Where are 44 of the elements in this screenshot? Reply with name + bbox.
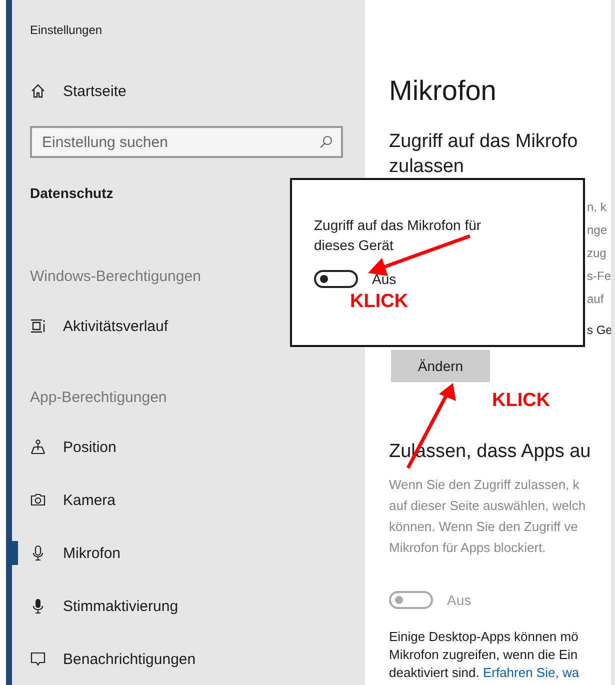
paragraph-line: Mikrofon für Apps blockiert.	[389, 539, 547, 557]
annotation-label: KLICK	[350, 291, 408, 313]
toggle-switch[interactable]	[314, 270, 358, 288]
toggle-label: Aus	[447, 592, 472, 608]
paragraph-line: zug	[587, 245, 608, 262]
sidebar-item[interactable]: Benachrichtigungen	[12, 647, 196, 671]
section-heading: Zugriff auf das Mikrofo	[389, 130, 579, 154]
paragraph-line: Wenn Sie den Zugriff zulassen, k	[389, 476, 580, 494]
paragraph-line: auf	[587, 291, 605, 308]
search-field[interactable]: Einstellung suchen	[30, 126, 343, 158]
microphone-icon	[30, 545, 46, 561]
annotation-label: KLICK	[492, 390, 550, 412]
section-heading: Windows-Berechtigungen	[30, 268, 201, 286]
paragraph-line: nge	[587, 222, 608, 239]
paragraph-line: Einige Desktop-Apps können mö	[389, 628, 580, 646]
sidebar-item[interactable]: Kamera	[12, 488, 116, 512]
camera-icon	[30, 492, 46, 508]
setting-description: Zugriff auf das Mikrofon für dieses Gerät	[314, 216, 482, 255]
sidebar-item[interactable]: Stimmaktivierung	[12, 594, 178, 618]
window-title: Einstellungen	[30, 22, 104, 38]
home-link[interactable]: Startseite	[30, 79, 126, 103]
paragraph-line: auf dieser Seite auswählen, welch	[389, 497, 587, 515]
sidebar-item[interactable]: Mikrofon	[12, 541, 121, 565]
speech-bubble-icon	[30, 651, 46, 667]
learn-more-link[interactable]: Erfahren Sie, wa	[482, 665, 580, 680]
home-icon	[30, 83, 46, 99]
timeline-icon	[30, 318, 46, 334]
search-icon	[319, 135, 333, 149]
section-heading: App-Berechtigungen	[30, 389, 167, 407]
paragraph-line: Mikrofon zugreifen, wenn die Ein	[389, 646, 579, 664]
body-text: s Ge	[586, 322, 611, 339]
location-icon	[30, 439, 46, 455]
microphone-icon	[30, 598, 46, 614]
paragraph-line: n, k	[587, 199, 608, 216]
sidebar-item[interactable]: Aktivitätsverlauf	[12, 314, 168, 338]
category-heading: Datenschutz	[30, 185, 114, 202]
section-heading: zulassen	[389, 158, 465, 176]
paragraph-line: deaktiviert sind.	[389, 665, 480, 680]
toggle-label: Aus	[372, 271, 396, 287]
page-title: Mikrofon	[389, 74, 498, 108]
paragraph-line: können. Wenn Sie den Zugriff ve	[389, 518, 579, 536]
change-button[interactable]: Ändern	[391, 350, 490, 382]
paragraph-line: s-Fe	[587, 268, 611, 285]
sidebar-item[interactable]: Position	[12, 435, 116, 459]
